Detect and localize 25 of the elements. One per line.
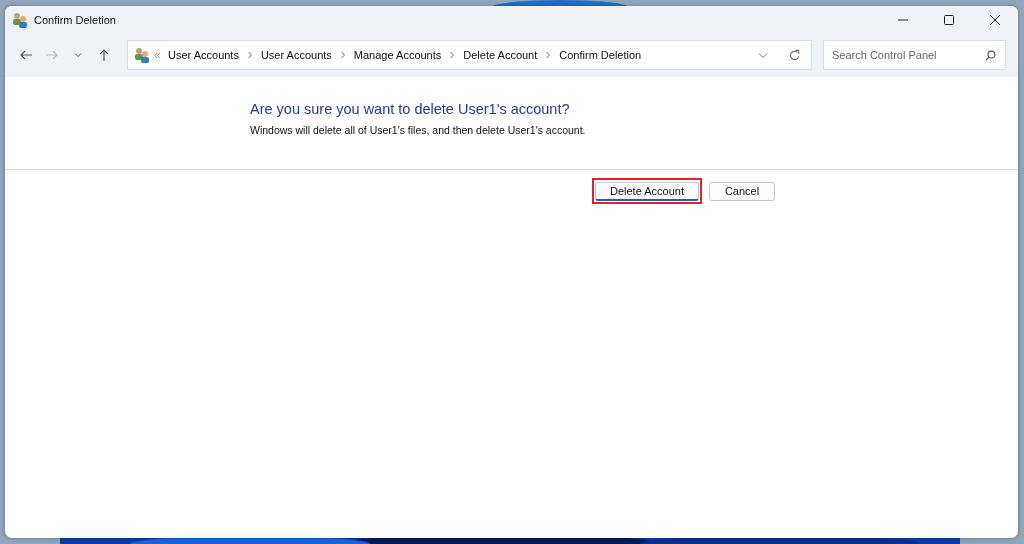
breadcrumb-item[interactable]: Confirm Deletion: [559, 49, 642, 61]
confirmation-message: Windows will delete all of User1's files, and then delete User1's account.: [250, 124, 587, 136]
refresh-icon[interactable]: [788, 48, 801, 62]
up-arrow-icon[interactable]: [97, 48, 111, 62]
chevron-right-icon: [246, 51, 253, 59]
maximize-icon[interactable]: [944, 14, 954, 25]
chevron-right-icon: [339, 51, 346, 59]
users-icon: [134, 47, 150, 63]
breadcrumb-item[interactable]: Manage Accounts: [353, 49, 442, 61]
breadcrumb-item[interactable]: Delete Account: [463, 49, 538, 61]
chevron-right-icon: [449, 51, 456, 59]
search-icon: [985, 50, 996, 61]
back-arrow-icon[interactable]: [19, 48, 33, 62]
chevron-right-icon: [545, 51, 552, 59]
breadcrumb-item[interactable]: User Accounts: [168, 49, 239, 61]
delete-account-button[interactable]: Delete Account: [595, 182, 699, 201]
confirmation-heading: Are you sure you want to delete User1's account?: [250, 101, 571, 117]
close-icon[interactable]: [990, 14, 1000, 25]
address-bar[interactable]: User Accounts User Accounts Manage Accounts Delete Account Confirm Deletion: [127, 40, 812, 70]
overflow-chevron-icon: [154, 51, 161, 59]
window-title: Confirm Deletion: [34, 13, 116, 26]
users-icon: [12, 11, 28, 28]
breadcrumb-item[interactable]: User Accounts: [260, 49, 332, 61]
cancel-button[interactable]: Cancel: [709, 181, 775, 201]
search-field[interactable]: Search Control Panel: [823, 40, 1006, 70]
